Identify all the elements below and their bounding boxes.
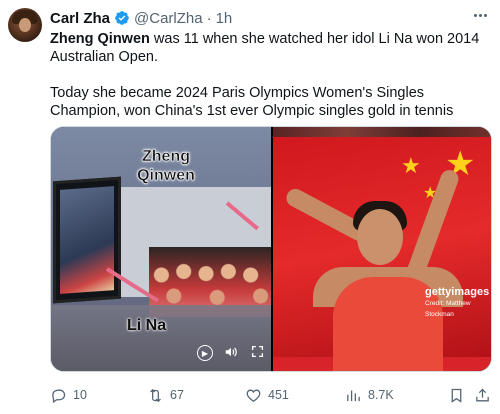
repost-button[interactable]: 67 xyxy=(147,384,184,406)
bookmark-button[interactable] xyxy=(448,384,465,406)
views-count: 8.7K xyxy=(368,388,394,402)
video-caption-li-na: Li Na xyxy=(127,317,167,334)
fullscreen-icon-svg xyxy=(251,345,263,358)
bookmark-icon xyxy=(451,388,462,403)
more-icon[interactable] xyxy=(470,8,490,22)
reply-count: 10 xyxy=(73,388,87,402)
reply-icon xyxy=(52,389,66,403)
tv-picture xyxy=(60,186,114,294)
video-caption-zheng-qinwen: Zheng Qinwen xyxy=(137,148,195,184)
avatar-face xyxy=(19,18,31,32)
getty-watermark: gettyimages Credit: Matthew Stockman xyxy=(425,286,491,320)
tweet-paragraph-1: Zheng Qinwen was 11 when she watched her… xyxy=(50,30,490,66)
repost-icon xyxy=(150,388,161,402)
volume-icon-svg xyxy=(225,347,237,357)
author-name[interactable]: Carl Zha xyxy=(50,10,110,27)
action-bar: 10 67 451 8.7K xyxy=(50,384,492,406)
play-icon[interactable]: ▶ xyxy=(197,345,213,361)
author-handle[interactable]: @CarlZha xyxy=(134,10,203,27)
fullscreen-icon[interactable] xyxy=(249,345,265,361)
getty-logo-text: gettyimages xyxy=(425,286,490,298)
like-count: 451 xyxy=(268,388,289,402)
header-separator: · xyxy=(206,9,212,27)
share-button[interactable] xyxy=(474,384,491,406)
repost-count: 67 xyxy=(170,388,184,402)
athlete-face xyxy=(357,209,403,265)
video-thumbnail[interactable]: Zheng Qinwen Li Na ▶ xyxy=(51,127,271,371)
share-icon xyxy=(476,388,489,401)
media-grid: Zheng Qinwen Li Na ▶ ★ ★ ★ gettyimages C… xyxy=(50,126,492,372)
reply-button[interactable]: 10 xyxy=(50,384,87,406)
post-time[interactable]: 1h xyxy=(216,10,233,27)
tweet-paragraph-2: Today she became 2024 Paris Olympics Wom… xyxy=(50,85,454,119)
tweet-header: Carl Zha @CarlZha · 1h xyxy=(50,9,232,27)
video-blur-bar xyxy=(51,305,271,371)
tweet-bold-name: Zheng Qinwen xyxy=(50,31,150,47)
tweet: Carl Zha @CarlZha · 1h Zheng Qinwen was … xyxy=(0,0,500,414)
flag-star-icon: ★ xyxy=(401,153,421,178)
views-icon xyxy=(347,390,360,401)
verified-badge-icon xyxy=(115,11,129,25)
tv-screen xyxy=(53,176,121,304)
tweet-text: Zheng Qinwen was 11 when she watched her… xyxy=(50,30,490,120)
like-button[interactable]: 451 xyxy=(245,384,289,406)
avatar[interactable] xyxy=(8,8,42,42)
views-button[interactable]: 8.7K xyxy=(345,384,394,406)
photo-thumbnail[interactable]: ★ ★ ★ gettyimages Credit: Matthew Stockm… xyxy=(273,127,491,371)
like-icon xyxy=(246,389,261,402)
photo-credit: Credit: Matthew Stockman xyxy=(425,300,471,318)
volume-icon[interactable] xyxy=(223,345,239,361)
